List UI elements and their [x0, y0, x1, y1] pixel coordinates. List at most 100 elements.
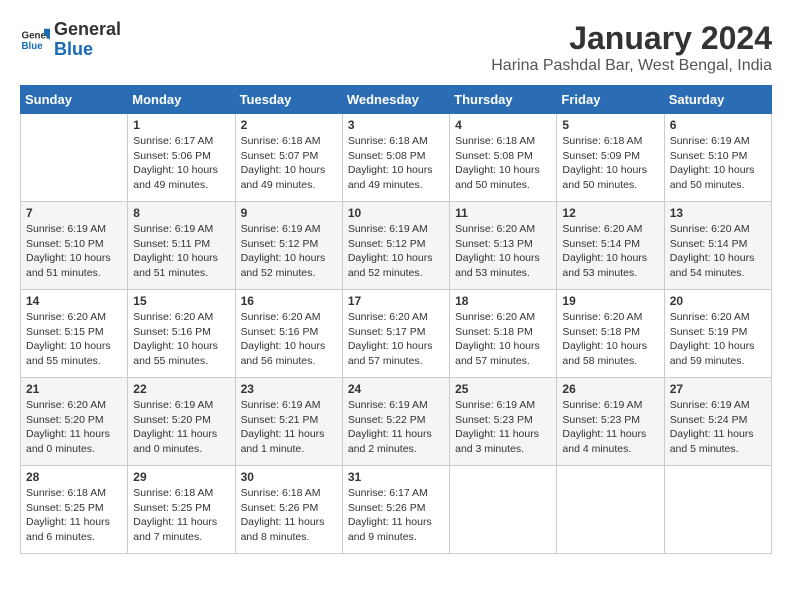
day-number: 5 [562, 118, 658, 132]
calendar-cell: 21 Sunrise: 6:20 AM Sunset: 5:20 PM Dayli… [21, 378, 128, 466]
column-header-thursday: Thursday [450, 86, 557, 114]
calendar-cell: 25Sunrise: 6:19 AM Sunset: 5:23 PM Dayli… [450, 378, 557, 466]
calendar-table: SundayMondayTuesdayWednesdayThursdayFrid… [20, 85, 772, 554]
day-number: 31 [348, 470, 444, 484]
day-number: 27 [670, 382, 766, 396]
calendar-cell: 6 Sunrise: 6:19 AM Sunset: 5:10 PM Daylig… [664, 114, 771, 202]
calendar-cell: 4 Sunrise: 6:18 AM Sunset: 5:08 PM Daylig… [450, 114, 557, 202]
calendar-cell: 26 Sunrise: 6:19 AM Sunset: 5:23 PM Dayli… [557, 378, 664, 466]
calendar-cell: 3 Sunrise: 6:18 AM Sunset: 5:08 PM Daylig… [342, 114, 449, 202]
calendar-subtitle: Harina Pashdal Bar, West Bengal, India [491, 57, 772, 75]
day-number: 25 [455, 382, 551, 396]
calendar-cell: 17 Sunrise: 6:20 AM Sunset: 5:17 PM Dayli… [342, 290, 449, 378]
day-number: 4 [455, 118, 551, 132]
day-number: 15 [133, 294, 229, 308]
calendar-cell: 5 Sunrise: 6:18 AM Sunset: 5:09 PM Daylig… [557, 114, 664, 202]
day-number: 7 [26, 206, 122, 220]
day-info: Sunrise: 6:18 AM Sunset: 5:09 PM Dayligh… [562, 134, 658, 193]
day-info: Sunrise: 6:20 AM Sunset: 5:19 PM Dayligh… [670, 310, 766, 369]
calendar-cell: 29Sunrise: 6:18 AM Sunset: 5:25 PM Dayli… [128, 466, 235, 554]
calendar-cell: 23Sunrise: 6:19 AM Sunset: 5:21 PM Dayli… [235, 378, 342, 466]
day-info: Sunrise: 6:20 AM Sunset: 5:16 PM Dayligh… [133, 310, 229, 369]
calendar-cell: 22 Sunrise: 6:19 AM Sunset: 5:20 PM Dayli… [128, 378, 235, 466]
week-row-2: 7 Sunrise: 6:19 AM Sunset: 5:10 PM Daylig… [21, 202, 772, 290]
day-info: Sunrise: 6:19 AM Sunset: 5:21 PM Dayligh… [241, 398, 337, 457]
day-number: 6 [670, 118, 766, 132]
week-row-5: 28Sunrise: 6:18 AM Sunset: 5:25 PM Dayli… [21, 466, 772, 554]
day-number: 26 [562, 382, 658, 396]
calendar-cell: 24 Sunrise: 6:19 AM Sunset: 5:22 PM Dayli… [342, 378, 449, 466]
calendar-cell [557, 466, 664, 554]
day-number: 24 [348, 382, 444, 396]
day-number: 21 [26, 382, 122, 396]
day-number: 17 [348, 294, 444, 308]
calendar-cell: 19 Sunrise: 6:20 AM Sunset: 5:18 PM Dayli… [557, 290, 664, 378]
day-number: 18 [455, 294, 551, 308]
day-info: Sunrise: 6:19 AM Sunset: 5:22 PM Dayligh… [348, 398, 444, 457]
calendar-cell: 9Sunrise: 6:19 AM Sunset: 5:12 PM Daylig… [235, 202, 342, 290]
calendar-body: 1Sunrise: 6:17 AM Sunset: 5:06 PM Daylig… [21, 114, 772, 554]
day-number: 13 [670, 206, 766, 220]
day-number: 2 [241, 118, 337, 132]
day-number: 29 [133, 470, 229, 484]
logo: General Blue General Blue [20, 20, 121, 60]
column-header-tuesday: Tuesday [235, 86, 342, 114]
calendar-cell: 15 Sunrise: 6:20 AM Sunset: 5:16 PM Dayli… [128, 290, 235, 378]
day-number: 1 [133, 118, 229, 132]
day-info: Sunrise: 6:20 AM Sunset: 5:18 PM Dayligh… [562, 310, 658, 369]
calendar-cell: 10Sunrise: 6:19 AM Sunset: 5:12 PM Dayli… [342, 202, 449, 290]
day-number: 28 [26, 470, 122, 484]
week-row-1: 1Sunrise: 6:17 AM Sunset: 5:06 PM Daylig… [21, 114, 772, 202]
day-info: Sunrise: 6:18 AM Sunset: 5:08 PM Dayligh… [348, 134, 444, 193]
day-info: Sunrise: 6:20 AM Sunset: 5:16 PM Dayligh… [241, 310, 337, 369]
day-number: 20 [670, 294, 766, 308]
day-info: Sunrise: 6:20 AM Sunset: 5:20 PM Dayligh… [26, 398, 122, 457]
day-info: Sunrise: 6:19 AM Sunset: 5:10 PM Dayligh… [670, 134, 766, 193]
calendar-cell: 1Sunrise: 6:17 AM Sunset: 5:06 PM Daylig… [128, 114, 235, 202]
day-info: Sunrise: 6:19 AM Sunset: 5:12 PM Dayligh… [348, 222, 444, 281]
day-number: 9 [241, 206, 337, 220]
day-info: Sunrise: 6:19 AM Sunset: 5:20 PM Dayligh… [133, 398, 229, 457]
day-number: 22 [133, 382, 229, 396]
column-header-wednesday: Wednesday [342, 86, 449, 114]
day-number: 19 [562, 294, 658, 308]
day-info: Sunrise: 6:20 AM Sunset: 5:18 PM Dayligh… [455, 310, 551, 369]
day-info: Sunrise: 6:19 AM Sunset: 5:23 PM Dayligh… [562, 398, 658, 457]
calendar-cell: 7 Sunrise: 6:19 AM Sunset: 5:10 PM Daylig… [21, 202, 128, 290]
day-info: Sunrise: 6:20 AM Sunset: 5:17 PM Dayligh… [348, 310, 444, 369]
column-header-friday: Friday [557, 86, 664, 114]
logo-general-text: General [54, 19, 121, 39]
calendar-cell: 28Sunrise: 6:18 AM Sunset: 5:25 PM Dayli… [21, 466, 128, 554]
calendar-cell: 16 Sunrise: 6:20 AM Sunset: 5:16 PM Dayli… [235, 290, 342, 378]
day-number: 30 [241, 470, 337, 484]
calendar-cell: 31Sunrise: 6:17 AM Sunset: 5:26 PM Dayli… [342, 466, 449, 554]
title-section: January 2024 Harina Pashdal Bar, West Be… [491, 20, 772, 75]
calendar-cell: 18 Sunrise: 6:20 AM Sunset: 5:18 PM Dayli… [450, 290, 557, 378]
day-info: Sunrise: 6:19 AM Sunset: 5:11 PM Dayligh… [133, 222, 229, 281]
column-header-monday: Monday [128, 86, 235, 114]
day-number: 14 [26, 294, 122, 308]
calendar-cell: 20 Sunrise: 6:20 AM Sunset: 5:19 PM Dayli… [664, 290, 771, 378]
logo-blue-text: Blue [54, 39, 93, 59]
calendar-cell: 13 Sunrise: 6:20 AM Sunset: 5:14 PM Dayli… [664, 202, 771, 290]
week-row-3: 14 Sunrise: 6:20 AM Sunset: 5:15 PM Dayli… [21, 290, 772, 378]
day-number: 8 [133, 206, 229, 220]
day-number: 16 [241, 294, 337, 308]
day-info: Sunrise: 6:20 AM Sunset: 5:15 PM Dayligh… [26, 310, 122, 369]
day-info: Sunrise: 6:19 AM Sunset: 5:10 PM Dayligh… [26, 222, 122, 281]
logo-icon: General Blue [20, 25, 50, 55]
calendar-cell: 11Sunrise: 6:20 AM Sunset: 5:13 PM Dayli… [450, 202, 557, 290]
calendar-cell: 27Sunrise: 6:19 AM Sunset: 5:24 PM Dayli… [664, 378, 771, 466]
day-info: Sunrise: 6:18 AM Sunset: 5:26 PM Dayligh… [241, 486, 337, 545]
calendar-cell: 30 Sunrise: 6:18 AM Sunset: 5:26 PM Dayli… [235, 466, 342, 554]
calendar-header-row: SundayMondayTuesdayWednesdayThursdayFrid… [21, 86, 772, 114]
calendar-cell [21, 114, 128, 202]
calendar-title: January 2024 [491, 20, 772, 57]
calendar-cell: 8 Sunrise: 6:19 AM Sunset: 5:11 PM Daylig… [128, 202, 235, 290]
day-info: Sunrise: 6:18 AM Sunset: 5:08 PM Dayligh… [455, 134, 551, 193]
day-info: Sunrise: 6:20 AM Sunset: 5:14 PM Dayligh… [670, 222, 766, 281]
day-info: Sunrise: 6:18 AM Sunset: 5:07 PM Dayligh… [241, 134, 337, 193]
day-number: 3 [348, 118, 444, 132]
calendar-cell: 14 Sunrise: 6:20 AM Sunset: 5:15 PM Dayli… [21, 290, 128, 378]
calendar-cell: 2 Sunrise: 6:18 AM Sunset: 5:07 PM Daylig… [235, 114, 342, 202]
